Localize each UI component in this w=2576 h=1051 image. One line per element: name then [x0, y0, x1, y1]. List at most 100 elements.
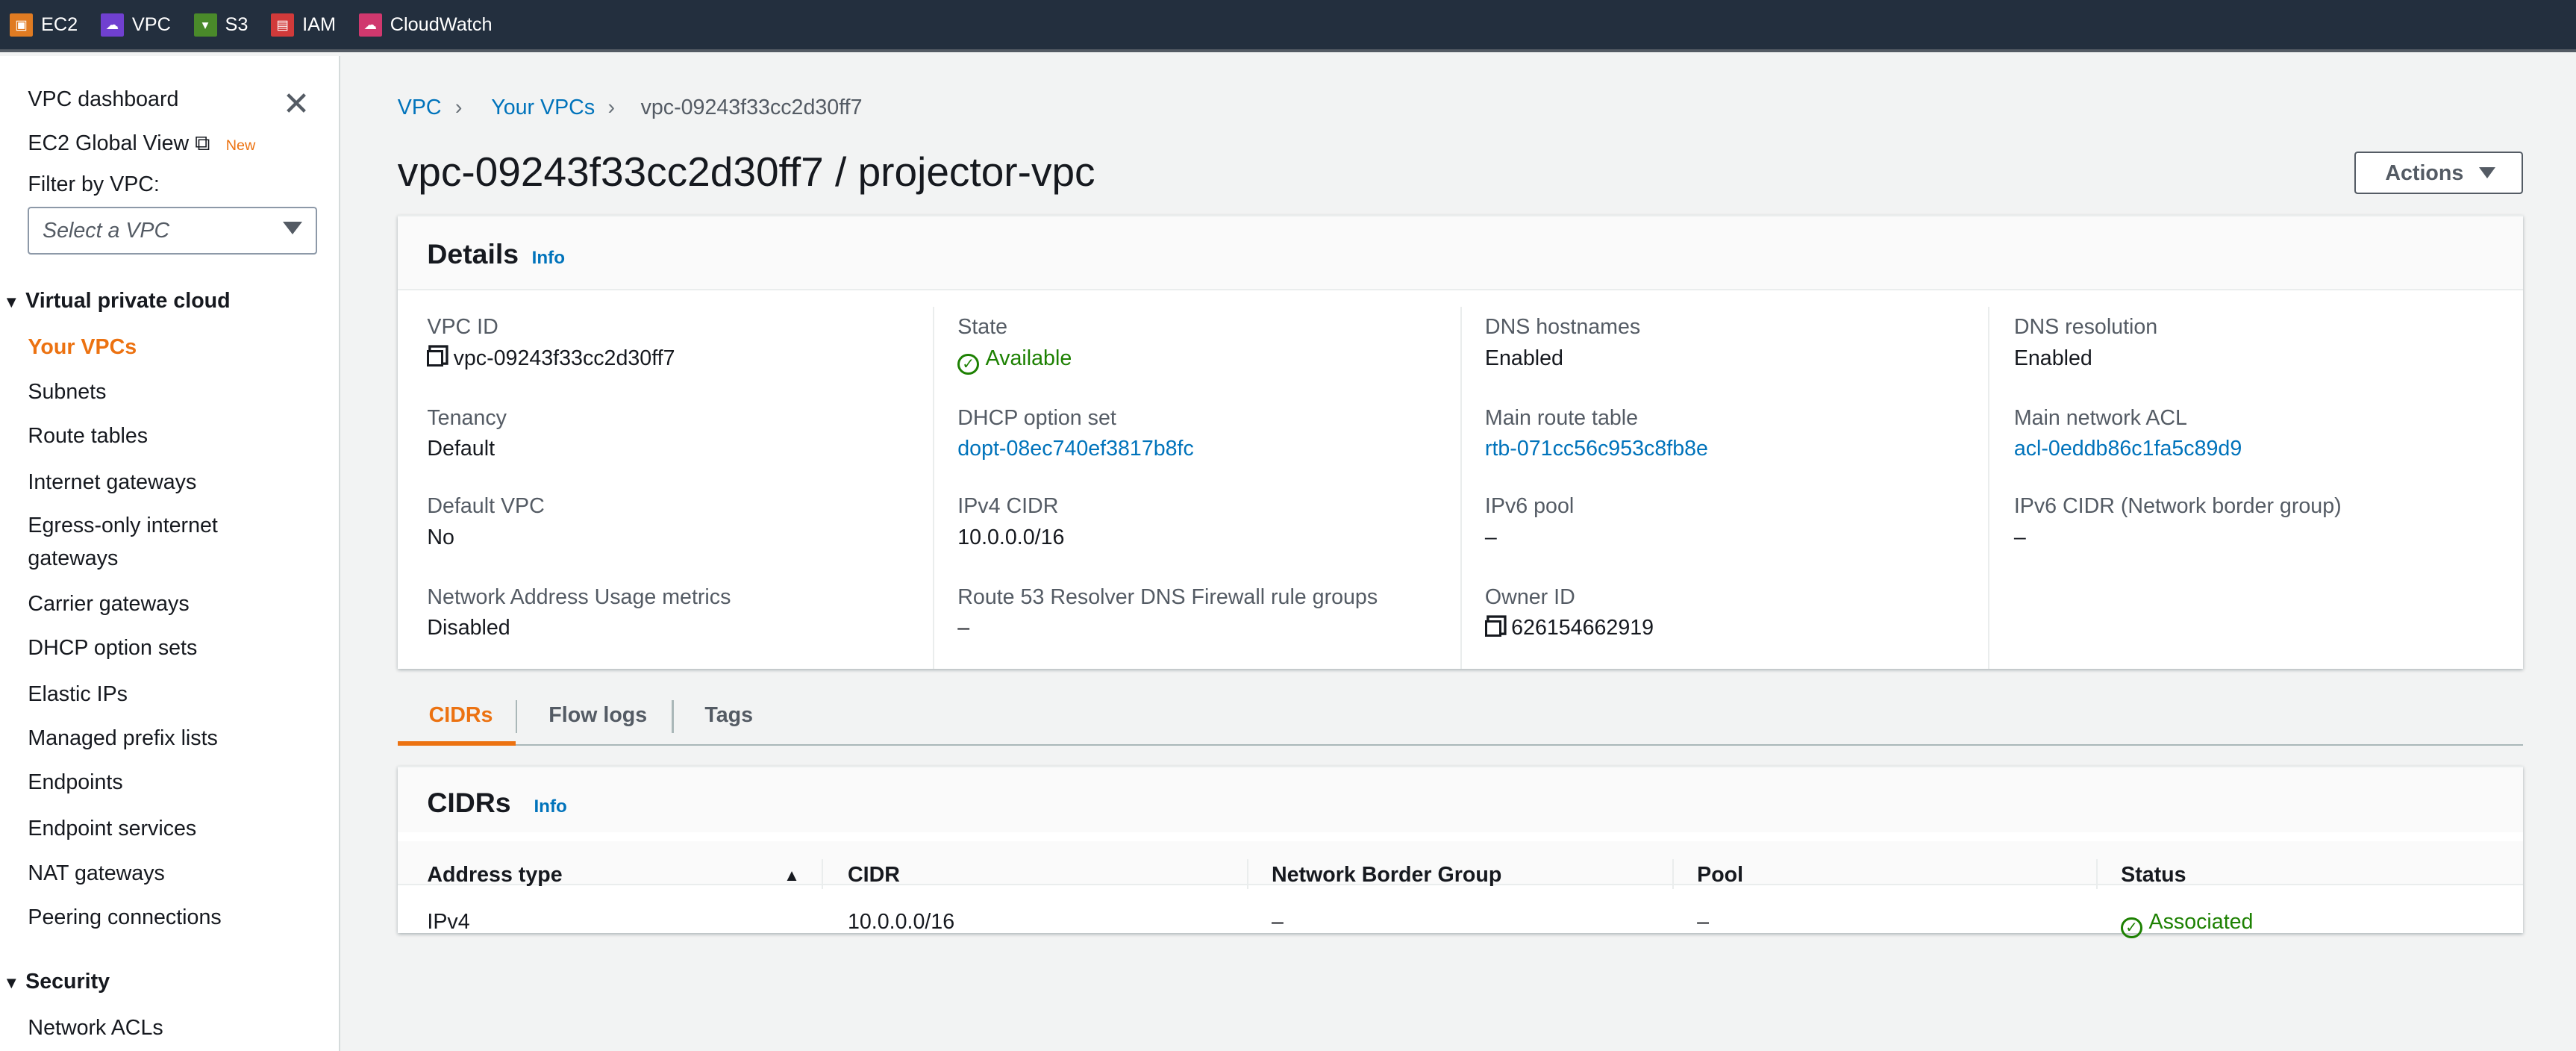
tab-tags[interactable]: Tags — [704, 703, 753, 728]
owner-id-label: Owner ID — [1484, 584, 1575, 609]
owner-id-value: 626154662919 — [1511, 616, 1654, 640]
caret-down-icon — [2479, 167, 2496, 178]
column-header-pool[interactable]: Pool — [1697, 863, 1743, 888]
main-route-table-link[interactable]: rtb-071cc56c953c8fb8e — [1485, 437, 1708, 461]
sidebar-item-peering-connections[interactable]: Peering connections — [28, 905, 221, 930]
details-info-link[interactable]: Info — [532, 248, 565, 268]
column-header-address-type[interactable]: Address type — [427, 863, 562, 888]
sidebar-item-carrier-gateways[interactable]: Carrier gateways — [28, 592, 189, 617]
service-cloudwatch[interactable]: ☁ CloudWatch — [358, 13, 493, 37]
breadcrumb-your-vpcs[interactable]: Your VPCs — [491, 96, 595, 120]
external-link-icon: ⧉ — [195, 131, 210, 156]
actions-label: Actions — [2385, 160, 2464, 185]
service-label: CloudWatch — [390, 13, 493, 35]
dns-resolution-label: DNS resolution — [2013, 315, 2158, 340]
ipv4-cidr-label: IPv4 CIDR — [957, 494, 1059, 519]
ipv6-cidr-label: IPv6 CIDR (Network border group) — [2013, 494, 2342, 519]
tab-flow-logs[interactable]: Flow logs — [548, 703, 647, 728]
column-header-cidr[interactable]: CIDR — [848, 863, 900, 888]
service-s3[interactable]: ▾ S3 — [193, 13, 248, 37]
section-label: Security — [25, 969, 110, 994]
ipv6-pool-value: – — [1484, 526, 1497, 550]
column-divider[interactable] — [1246, 859, 1249, 889]
cidrs-info-link[interactable]: Info — [534, 796, 566, 817]
vpc-id-value: vpc-09243f33cc2d30ff7 — [453, 346, 675, 371]
service-vpc[interactable]: ☁ VPC — [101, 13, 171, 37]
caret-down-icon: ▼ — [3, 293, 20, 312]
section-security[interactable]: ▼ Security — [3, 970, 110, 994]
cell-network-border-group: – — [1271, 910, 1284, 935]
details-header: Details Info — [397, 216, 2524, 291]
column-header-status[interactable]: Status — [2121, 863, 2186, 888]
cidrs-title: CIDRs — [427, 787, 511, 819]
sort-ascending-icon[interactable]: ▲ — [784, 866, 800, 885]
tab-cidrs[interactable]: CIDRs — [429, 703, 493, 728]
select-placeholder: Select a VPC — [43, 218, 170, 243]
state-label: State — [957, 315, 1008, 340]
sidebar-item-network-acls[interactable]: Network ACLs — [28, 1016, 163, 1041]
details-title: Details — [427, 238, 519, 269]
sidebar-item-internet-gateways[interactable]: Internet gateways — [28, 470, 196, 495]
sidebar-item-nat-gateways[interactable]: NAT gateways — [28, 861, 164, 886]
close-icon[interactable]: ✕ — [283, 85, 310, 123]
service-shortcuts-bar: ▣ EC2 ☁ VPC ▾ S3 ▤ IAM ☁ CloudWatch — [0, 0, 2576, 53]
main-acl-link[interactable]: acl-0eddb86c1fa5c89d9 — [2014, 437, 2242, 461]
breadcrumb-current: vpc-09243f33cc2d30ff7 — [640, 95, 863, 119]
main-acl-label: Main network ACL — [2013, 405, 2187, 430]
cell-pool: – — [1697, 910, 1710, 935]
column-divider[interactable] — [1672, 859, 1675, 889]
active-tab-indicator — [397, 740, 516, 746]
sidebar: VPC dashboard ✕ EC2 Global View ⧉ New Fi… — [0, 55, 340, 1051]
state-value: Available — [985, 346, 1072, 371]
section-virtual-private-cloud[interactable]: ▼ Virtual private cloud — [3, 289, 230, 314]
sidebar-item-route-tables[interactable]: Route tables — [28, 424, 148, 449]
page-title: vpc-09243f33cc2d30ff7 / projector-vpc — [397, 149, 1095, 196]
r53-label: Route 53 Resolver DNS Firewall rule grou… — [957, 584, 1378, 609]
service-ec2[interactable]: ▣ EC2 — [10, 13, 78, 37]
chevron-right-icon: › — [607, 95, 616, 119]
ipv4-cidr-value: 10.0.0.0/16 — [957, 526, 1065, 550]
sidebar-vpc-dashboard[interactable]: VPC dashboard — [28, 87, 178, 112]
new-badge: New — [225, 137, 256, 155]
service-iam[interactable]: ▤ IAM — [271, 13, 336, 37]
sidebar-item-egress-only-gateways[interactable]: Egress-only internet gateways — [28, 509, 257, 575]
check-circle-icon: ✓ — [2121, 917, 2142, 939]
check-circle-icon: ✓ — [957, 353, 979, 375]
sidebar-item-elastic-ips[interactable]: Elastic IPs — [28, 682, 128, 707]
cloudwatch-icon: ☁ — [358, 13, 382, 37]
service-label: EC2 — [41, 13, 78, 35]
chevron-right-icon: › — [454, 95, 463, 119]
actions-button[interactable]: Actions — [2354, 151, 2524, 194]
cidrs-panel: CIDRs Info Address type ▲ CIDR Network Bo… — [397, 765, 2524, 939]
sidebar-item-endpoints[interactable]: Endpoints — [28, 770, 122, 795]
default-vpc-value: No — [427, 526, 454, 550]
vpc-filter-select[interactable]: Select a VPC — [28, 207, 317, 255]
sidebar-item-endpoint-services[interactable]: Endpoint services — [28, 817, 196, 841]
sidebar-item-your-vpcs[interactable]: Your VPCs — [28, 335, 137, 360]
tab-divider — [516, 699, 518, 733]
column-divider[interactable] — [2096, 859, 2098, 889]
column-header-network-border-group[interactable]: Network Border Group — [1272, 863, 1501, 888]
ipv6-pool-label: IPv6 pool — [1484, 494, 1575, 519]
vpc-icon: ☁ — [101, 13, 124, 37]
sidebar-ec2-global-view[interactable]: EC2 Global View ⧉ New — [28, 131, 255, 156]
status-value: Associated — [2148, 910, 2254, 935]
tab-bar: CIDRs Flow logs Tags — [397, 687, 2524, 746]
dns-hostnames-value: Enabled — [1484, 346, 1563, 371]
sidebar-item-managed-prefix-lists[interactable]: Managed prefix lists — [28, 726, 217, 751]
sidebar-item-dhcp-option-sets[interactable]: DHCP option sets — [28, 636, 197, 661]
breadcrumb-vpc[interactable]: VPC — [398, 96, 442, 120]
ec2-icon: ▣ — [10, 13, 34, 37]
sidebar-item-subnets[interactable]: Subnets — [28, 380, 106, 405]
ipv6-cidr-value: – — [2013, 526, 2026, 550]
dhcp-option-set-link[interactable]: dopt-08ec740ef3817b8fc — [957, 437, 1194, 461]
column-divider[interactable] — [821, 859, 823, 889]
copy-icon[interactable] — [1484, 620, 1501, 637]
iam-icon: ▤ — [271, 13, 295, 37]
cell-address-type: IPv4 — [427, 910, 470, 935]
default-vpc-label: Default VPC — [427, 494, 545, 519]
service-label: VPC — [131, 13, 171, 35]
dns-resolution-value: Enabled — [2013, 346, 2092, 371]
tenancy-value: Default — [427, 437, 495, 461]
copy-icon[interactable] — [427, 350, 444, 367]
